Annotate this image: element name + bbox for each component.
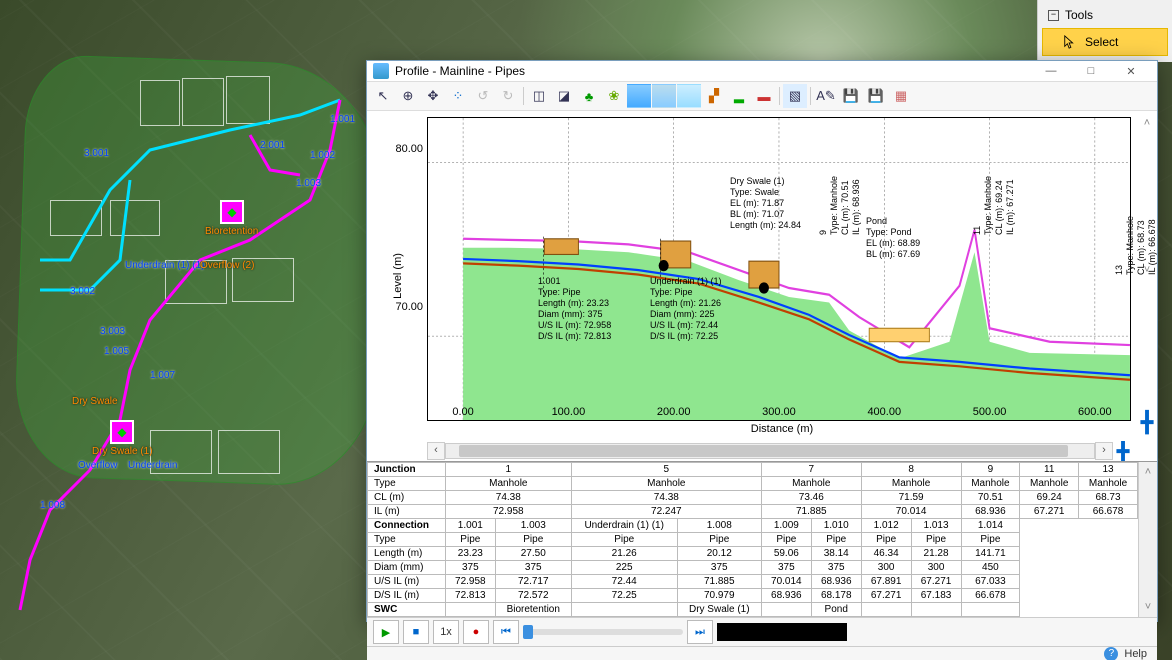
rotate-icon[interactable]: ↺ [471, 84, 495, 108]
zoom-plus-h-icon[interactable]: ╋ [1113, 439, 1133, 464]
node-1007: 1.007 [150, 370, 175, 381]
time-display [717, 623, 847, 641]
save-as-icon[interactable]: 💾 [864, 84, 888, 108]
node-1003: 1.003 [296, 178, 321, 189]
node-3001: 3.001 [84, 148, 109, 159]
skip-end-button[interactable]: ⏭ [687, 620, 713, 644]
select-tool-button[interactable]: Select [1042, 28, 1168, 56]
fit-icon[interactable]: ⁘ [446, 84, 470, 108]
dryswale-label: Dry Swale (1) [92, 446, 153, 457]
play-button[interactable]: ▶ [373, 620, 399, 644]
grass-icon[interactable]: ▂ [727, 84, 751, 108]
cursor-icon [1063, 35, 1077, 49]
speed-button[interactable]: 1x [433, 620, 459, 644]
node-1002: 1.002 [310, 150, 335, 161]
save-icon[interactable]: 💾 [839, 84, 863, 108]
pan-center-icon[interactable]: ⊕ [396, 84, 420, 108]
node-3003: 3.003 [100, 326, 125, 337]
callout-mh11: 11Type: ManholeCL (m): 69.24IL (m): 67.2… [972, 176, 1016, 235]
app-icon [373, 63, 389, 79]
node-3002: 3.002 [70, 286, 95, 297]
callout-pipe-1001: 1.001Type: PipeLength (m): 23.23Diam (mm… [538, 276, 611, 342]
xtick-0: 0.00 [452, 406, 473, 418]
pan-icon[interactable]: ✥ [421, 84, 445, 108]
xtick-6: 600.00 [1078, 406, 1112, 418]
maximize-button[interactable]: □ [1071, 61, 1111, 81]
scroll-up-icon[interactable]: ˄ [1144, 117, 1150, 129]
text-label-icon[interactable]: A✎ [814, 84, 838, 108]
callout-pond: PondType: PondEL (m): 68.89BL (m): 67.69 [866, 216, 920, 260]
ramp-icon[interactable]: ▞ [702, 84, 726, 108]
water-icon[interactable] [652, 84, 676, 108]
bioretention-label: Bioretention [205, 226, 258, 237]
node-1005: 1.005 [104, 346, 129, 357]
titlebar[interactable]: Profile - Mainline - Pipes — □ ✕ [367, 61, 1157, 82]
bioretention-icon[interactable]: ◆ [220, 200, 244, 224]
swale-icon[interactable] [627, 84, 651, 108]
xtick-1: 100.00 [552, 406, 586, 418]
window-title: Profile - Mainline - Pipes [395, 64, 1031, 78]
plant-icon[interactable]: ❀ [602, 84, 626, 108]
photo-icon[interactable]: ▧ [783, 84, 807, 108]
road-icon[interactable]: ▬ [752, 84, 776, 108]
xtick-5: 500.00 [973, 406, 1007, 418]
callout-underdrain: Underdrain (1) (1)Type: PipeLength (m): … [650, 276, 722, 342]
cube-alt-icon[interactable]: ◪ [552, 84, 576, 108]
chart-horizontal-scroll[interactable]: ‹ › ╋ [427, 441, 1133, 461]
grid-scroll-down-icon[interactable]: ˅ [1145, 601, 1151, 613]
record-button[interactable]: ● [463, 620, 489, 644]
data-grid[interactable]: Junction157891113TypeManholeManholeManho… [367, 461, 1157, 617]
scroll-right-icon[interactable]: › [1095, 442, 1113, 460]
rotate-alt-icon[interactable]: ↻ [496, 84, 520, 108]
tree-icon[interactable]: ♣ [577, 84, 601, 108]
xtick-2: 200.00 [657, 406, 691, 418]
grid-view-icon[interactable]: ▦ [889, 84, 913, 108]
node-2001: 2.001 [260, 140, 285, 151]
callout-mh9: 9Type: ManholeCL (m): 70.51IL (m): 68.93… [818, 176, 862, 235]
plot-area[interactable]: 1.001Type: PipeLength (m): 23.23Diam (mm… [427, 117, 1131, 421]
overflow-label: Overflow (2) [200, 260, 254, 271]
cube-icon[interactable]: ◫ [527, 84, 551, 108]
callout-mh13: 13Type: ManholeCL (m): 68.73IL (m): 66.6… [1114, 216, 1158, 275]
dryswale-label-2: Dry Swale [72, 396, 118, 407]
xtick-3: 300.00 [762, 406, 796, 418]
stop-button[interactable]: ■ [403, 620, 429, 644]
callout-dryswale: Dry Swale (1)Type: SwaleEL (m): 71.87BL … [730, 176, 801, 231]
overflow2-label: Overflow [78, 460, 117, 471]
underdrain2-label: Underdrain [128, 460, 177, 471]
chart-toolbar: ↖ ⊕ ✥ ⁘ ↺ ↻ ◫ ◪ ♣ ❀ ▞ ▂ ▬ ▧ A✎ 💾 💾 ▦ [367, 82, 1157, 111]
node-1008: 1.008 [40, 500, 65, 511]
zoom-plus-icon[interactable]: ╋ [1137, 410, 1157, 435]
grid-scroll-up-icon[interactable]: ˄ [1145, 466, 1151, 478]
collapse-icon[interactable]: − [1048, 10, 1059, 21]
y-axis-label: Level (m) [392, 253, 404, 299]
profile-chart[interactable]: Level (m) 80.00 70.00 [367, 111, 1157, 441]
pointer-tool-icon[interactable]: ↖ [371, 84, 395, 108]
x-axis-label: Distance (m) [427, 421, 1137, 441]
grid-vertical-scroll[interactable]: ˄ ˅ [1138, 462, 1157, 617]
node-1001: 1.001 [330, 114, 355, 125]
chart-vertical-scroll[interactable]: ˄ ˅ ╋ [1137, 111, 1157, 441]
underdrain-label: Underdrain (1) (1) [125, 260, 204, 271]
help-icon[interactable]: ? [1104, 647, 1118, 660]
scroll-left-icon[interactable]: ‹ [427, 442, 445, 460]
time-slider[interactable] [523, 629, 683, 635]
tools-header[interactable]: − Tools [1038, 4, 1172, 26]
help-label[interactable]: Help [1124, 648, 1147, 660]
tools-panel: − Tools Select [1037, 0, 1172, 62]
close-button[interactable]: ✕ [1111, 61, 1151, 81]
profile-window: Profile - Mainline - Pipes — □ ✕ ↖ ⊕ ✥ ⁘… [366, 60, 1158, 622]
ytick-70: 70.00 [395, 301, 423, 313]
skip-start-button[interactable]: ⏮ [493, 620, 519, 644]
xtick-4: 400.00 [867, 406, 901, 418]
ytick-80: 80.00 [395, 143, 423, 155]
minimize-button[interactable]: — [1031, 61, 1071, 81]
sky-icon[interactable] [677, 84, 701, 108]
status-bar: ? Help [367, 646, 1157, 660]
playback-bar: ▶ ■ 1x ● ⏮ ⏭ [367, 617, 1157, 646]
tools-header-label: Tools [1065, 8, 1093, 22]
select-tool-label: Select [1085, 35, 1118, 49]
dryswale-icon[interactable]: ◆ [110, 420, 134, 444]
